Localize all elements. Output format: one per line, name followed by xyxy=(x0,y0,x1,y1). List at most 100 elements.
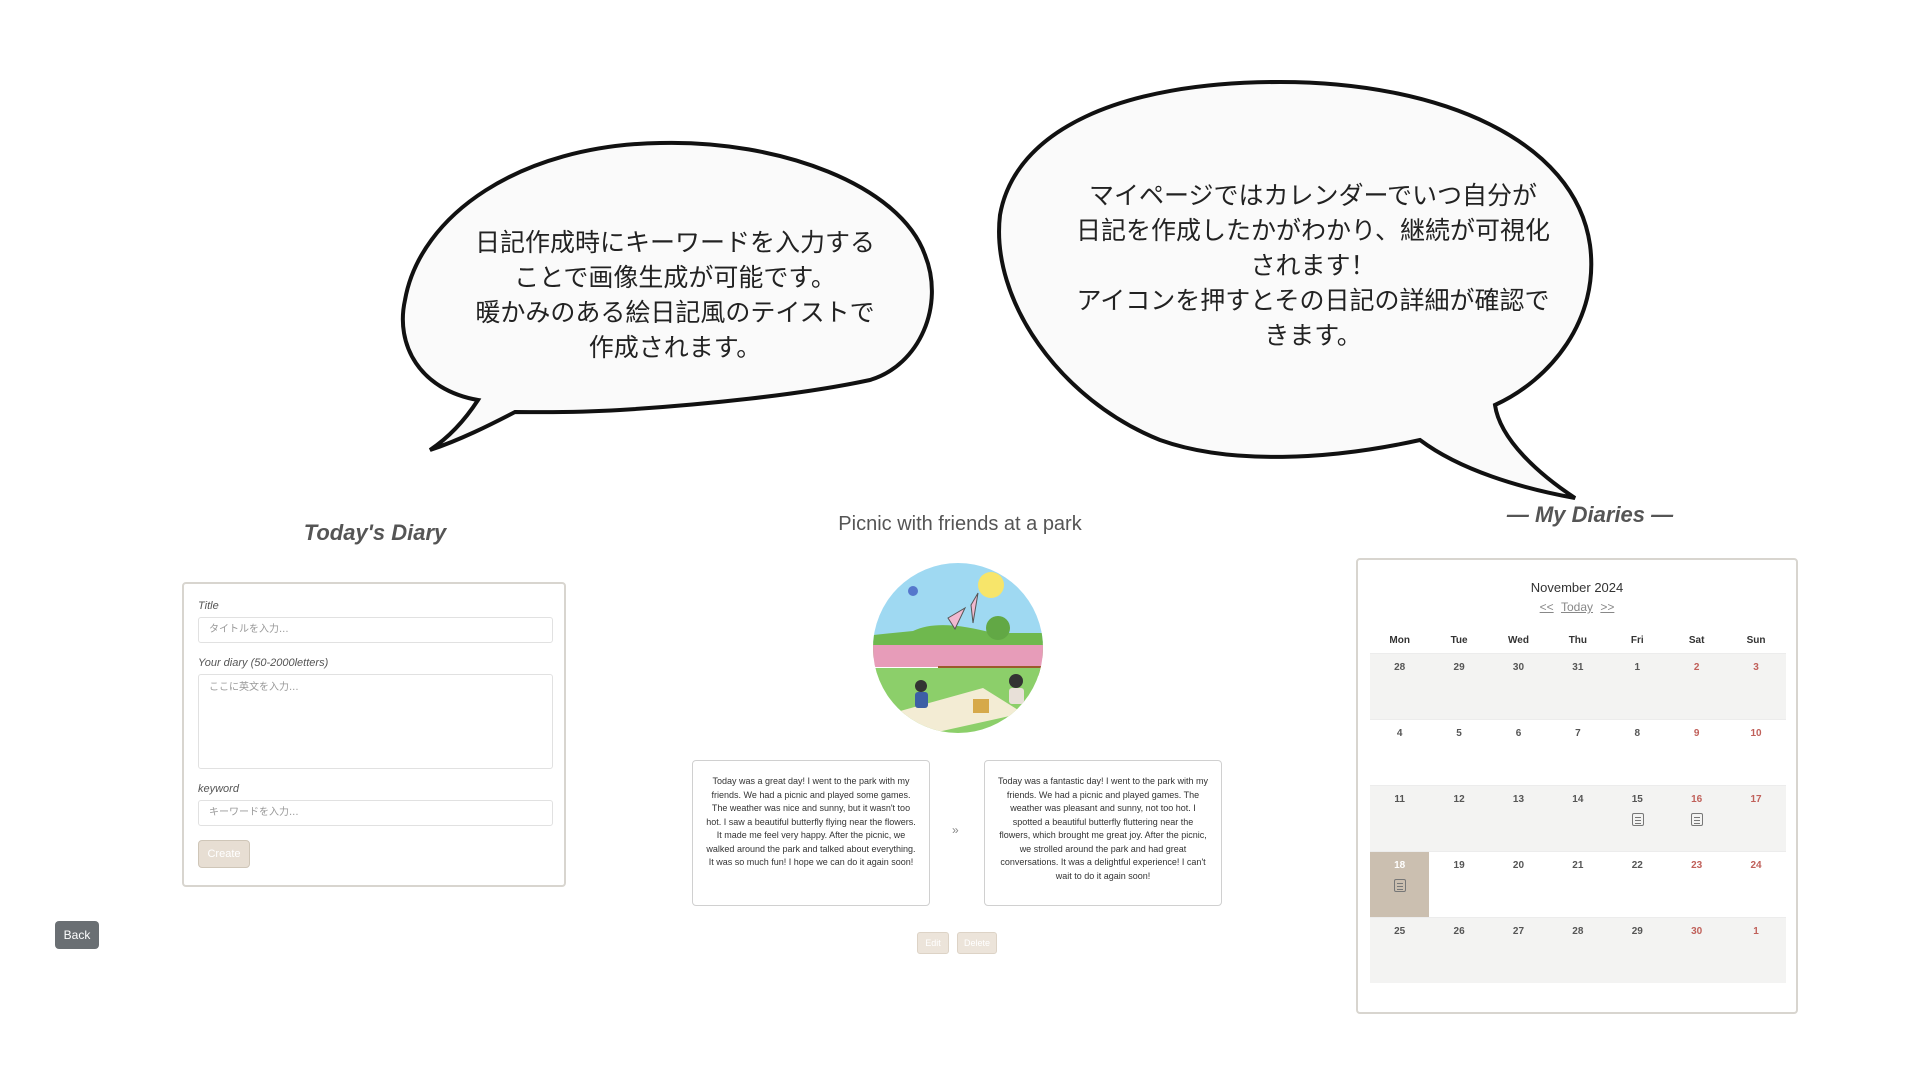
day-number: 2 xyxy=(1693,662,1700,673)
day-number: 24 xyxy=(1750,860,1762,871)
weekday-label: Sat xyxy=(1688,635,1705,646)
calendar-day: 26 xyxy=(1429,918,1488,983)
day-number: 27 xyxy=(1512,926,1525,937)
day-number: 7 xyxy=(1575,728,1581,739)
callout-line: 日記を作成したかがわかり、継続が可視化 xyxy=(1075,216,1550,245)
calendar-week: 4 5 6 7 8 9 10 xyxy=(1370,719,1786,785)
weekday-label: Fri xyxy=(1630,635,1644,646)
day-number: 10 xyxy=(1750,728,1762,739)
day-number: 21 xyxy=(1572,860,1584,871)
revised-diary-text: Today was a fantastic day! I went to the… xyxy=(984,760,1222,906)
calendar-day: 28 xyxy=(1548,918,1607,983)
calendar-day: 22 xyxy=(1608,852,1667,917)
diary-entry-icon[interactable] xyxy=(1690,813,1703,826)
callout-line: されます！ xyxy=(1250,251,1376,280)
calendar-weeks: 28 29 30 31 1 2 3 4 5 6 7 8 9 10 11 12 13 14 15 16 17 18 19 20 2… xyxy=(1370,653,1786,983)
next-month-link[interactable]: >> xyxy=(1600,600,1614,614)
calendar-day: 21 xyxy=(1548,852,1607,917)
calendar-day: 29 xyxy=(1608,918,1667,983)
create-button[interactable]: Create xyxy=(198,840,250,868)
calendar-day: 4 xyxy=(1370,720,1429,785)
weekday-label: Wed xyxy=(1508,635,1529,646)
calendar-day: 17 xyxy=(1726,786,1785,851)
calendar-day: 20 xyxy=(1489,852,1548,917)
calendar-day: 2 xyxy=(1667,654,1726,719)
callout-line: 暖かみのある絵日記風のテイストで xyxy=(475,298,875,327)
entry-title: Picnic with friends at a park xyxy=(838,513,1082,535)
back-button[interactable]: Back xyxy=(55,921,99,949)
calendar-day: 1 xyxy=(1726,918,1785,983)
callout-line: マイページではカレンダーでいつ自分が xyxy=(1088,181,1537,210)
calendar-day: 5 xyxy=(1429,720,1488,785)
edit-button[interactable]: Edit xyxy=(917,932,949,954)
calendar-day: 6 xyxy=(1489,720,1548,785)
weekday-label: Sun xyxy=(1746,635,1766,646)
day-number: 31 xyxy=(1572,662,1584,673)
todays-diary-heading: Today's Diary xyxy=(303,520,447,545)
calendar-day: 23 xyxy=(1667,852,1726,917)
calendar-week: 25 26 27 28 29 30 1 xyxy=(1370,917,1786,983)
day-number: 11 xyxy=(1394,794,1405,805)
day-number: 9 xyxy=(1693,728,1700,739)
callout-line: きます。 xyxy=(1264,321,1362,350)
calendar-day: 14 xyxy=(1548,786,1607,851)
calendar-day: 18 xyxy=(1370,852,1430,917)
day-number: 14 xyxy=(1572,794,1584,805)
weekday-label: Thu xyxy=(1568,635,1588,646)
day-number: 22 xyxy=(1631,860,1643,871)
calendar-day: 11 xyxy=(1370,786,1429,851)
day-number: 19 xyxy=(1453,860,1465,871)
day-number: 13 xyxy=(1512,794,1525,805)
calendar-day: 28 xyxy=(1370,654,1429,719)
diary-entry-icon[interactable] xyxy=(1394,879,1406,892)
prev-month-link[interactable]: << xyxy=(1540,600,1554,614)
diary-textarea[interactable]: ここに英文を入力... xyxy=(198,674,553,769)
diary-label: Your diary (50-2000letters) xyxy=(198,657,329,669)
weekday-label: Mon xyxy=(1389,635,1410,646)
day-number: 23 xyxy=(1691,860,1703,871)
day-number: 16 xyxy=(1691,794,1703,805)
day-number: 1 xyxy=(1753,926,1759,937)
calendar-day: 3 xyxy=(1726,654,1785,719)
calendar-day: 16 xyxy=(1667,786,1726,851)
day-number: 28 xyxy=(1572,926,1584,937)
day-number: 1 xyxy=(1634,662,1641,673)
day-number: 26 xyxy=(1453,926,1465,937)
diary-calendar: November 2024 << Today >> Mon Tue Wed Th… xyxy=(1356,558,1798,1014)
original-diary-text: Today was a great day! I went to the par… xyxy=(692,760,930,906)
calendar-day: 30 xyxy=(1667,918,1726,983)
calendar-day: 9 xyxy=(1667,720,1726,785)
day-number: 30 xyxy=(1691,926,1703,937)
delete-button[interactable]: Delete xyxy=(957,932,997,954)
calendar-day: 25 xyxy=(1370,918,1429,983)
weekday-header: Mon Tue Wed Thu Fri Sat Sun xyxy=(1370,635,1786,653)
day-number: 18 xyxy=(1394,860,1406,871)
calendar-day: 24 xyxy=(1726,852,1785,917)
day-number: 17 xyxy=(1750,794,1762,805)
callout-line: 日記作成時にキーワードを入力する xyxy=(474,228,875,257)
day-number: 20 xyxy=(1512,860,1525,871)
calendar-day: 1 xyxy=(1608,654,1667,719)
day-number: 15 xyxy=(1631,794,1643,805)
day-number: 12 xyxy=(1453,794,1465,805)
callout-line: アイコンを押すとその日記の詳細が確認で xyxy=(1076,286,1550,315)
today-link[interactable]: Today xyxy=(1561,600,1593,614)
calendar-nav: << Today >> xyxy=(1358,600,1796,614)
day-number: 6 xyxy=(1515,728,1522,739)
day-number: 4 xyxy=(1396,728,1403,739)
calendar-day: 19 xyxy=(1429,852,1488,917)
calendar-day: 13 xyxy=(1489,786,1548,851)
calendar-day: 7 xyxy=(1548,720,1607,785)
title-input[interactable]: タイトルを入力... xyxy=(198,617,553,643)
day-number: 29 xyxy=(1453,662,1465,673)
day-number: 29 xyxy=(1631,926,1643,937)
callout-line: ことで画像生成が可能です。 xyxy=(514,263,836,292)
diary-illustration xyxy=(873,563,1043,733)
day-number: 3 xyxy=(1753,662,1759,673)
calendar-day: 8 xyxy=(1608,720,1667,785)
diary-entry-icon[interactable] xyxy=(1631,813,1644,826)
diary-form: Title タイトルを入力... Your diary (50-2000lett… xyxy=(182,582,566,887)
day-number: 28 xyxy=(1394,662,1406,673)
keyword-input[interactable]: キーワードを入力... xyxy=(198,800,553,826)
calendar-day: 30 xyxy=(1489,654,1548,719)
